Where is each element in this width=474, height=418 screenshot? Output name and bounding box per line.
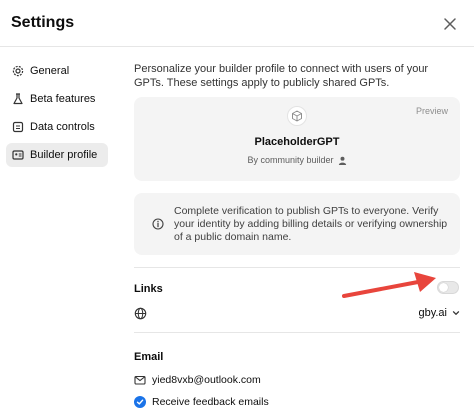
gpt-preview-card: Preview PlaceholderGPT By community buil… xyxy=(134,97,460,181)
feedback-email-option[interactable]: Receive feedback emails xyxy=(134,396,269,408)
verification-text: Complete verification to publish GPTs to… xyxy=(174,205,448,243)
nav-item-label: Builder profile xyxy=(30,149,98,161)
toggle-knob xyxy=(439,283,448,292)
domain-select[interactable]: gby.ai xyxy=(418,307,460,319)
nav-item-general[interactable]: General xyxy=(6,59,108,83)
id-card-icon xyxy=(12,149,24,161)
email-heading: Email xyxy=(134,351,164,363)
builder-intro-text: Personalize your builder profile to conn… xyxy=(134,63,429,89)
mail-icon xyxy=(134,375,146,385)
gpt-avatar xyxy=(287,106,307,126)
nav-item-label: Beta features xyxy=(30,93,96,105)
flask-icon xyxy=(12,93,24,105)
nav-item-beta-features[interactable]: Beta features xyxy=(6,87,108,111)
checkmark-icon xyxy=(136,399,144,405)
domain-value: gby.ai xyxy=(418,307,447,319)
person-icon xyxy=(338,156,346,165)
section-divider xyxy=(134,267,460,268)
builder-intro-block: Personalize your builder profile to conn… xyxy=(134,62,460,90)
section-divider xyxy=(134,332,460,333)
cube-icon xyxy=(292,110,302,122)
settings-nav: General Beta features Data controls Buil… xyxy=(6,59,108,171)
feedback-checkbox[interactable] xyxy=(134,396,146,408)
globe-icon xyxy=(134,307,147,320)
database-icon xyxy=(12,121,24,133)
email-address-row: yied8vxb@outlook.com xyxy=(134,374,261,386)
nav-item-data-controls[interactable]: Data controls xyxy=(6,115,108,139)
chevron-down-icon xyxy=(452,311,460,315)
links-toggle[interactable] xyxy=(437,281,459,294)
email-address: yied8vxb@outlook.com xyxy=(152,374,261,386)
dialog-title: Settings xyxy=(11,14,75,31)
header-divider xyxy=(0,46,474,47)
close-icon xyxy=(444,18,456,30)
nav-item-label: Data controls xyxy=(30,121,95,133)
annotation-arrow xyxy=(342,272,436,298)
verification-notice: Complete verification to publish GPTs to… xyxy=(134,193,460,255)
info-icon xyxy=(152,218,164,230)
nav-item-label: General xyxy=(30,65,70,77)
gpt-name: PlaceholderGPT xyxy=(254,136,340,148)
gear-icon xyxy=(12,65,24,77)
links-heading: Links xyxy=(134,283,163,295)
close-button[interactable] xyxy=(440,14,460,34)
feedback-label: Receive feedback emails xyxy=(152,396,269,408)
nav-item-builder-profile[interactable]: Builder profile xyxy=(6,143,108,167)
gpt-builder-line: By community builder xyxy=(134,155,460,165)
gpt-builder-text: By community builder xyxy=(247,155,334,165)
preview-label: Preview xyxy=(415,106,448,116)
